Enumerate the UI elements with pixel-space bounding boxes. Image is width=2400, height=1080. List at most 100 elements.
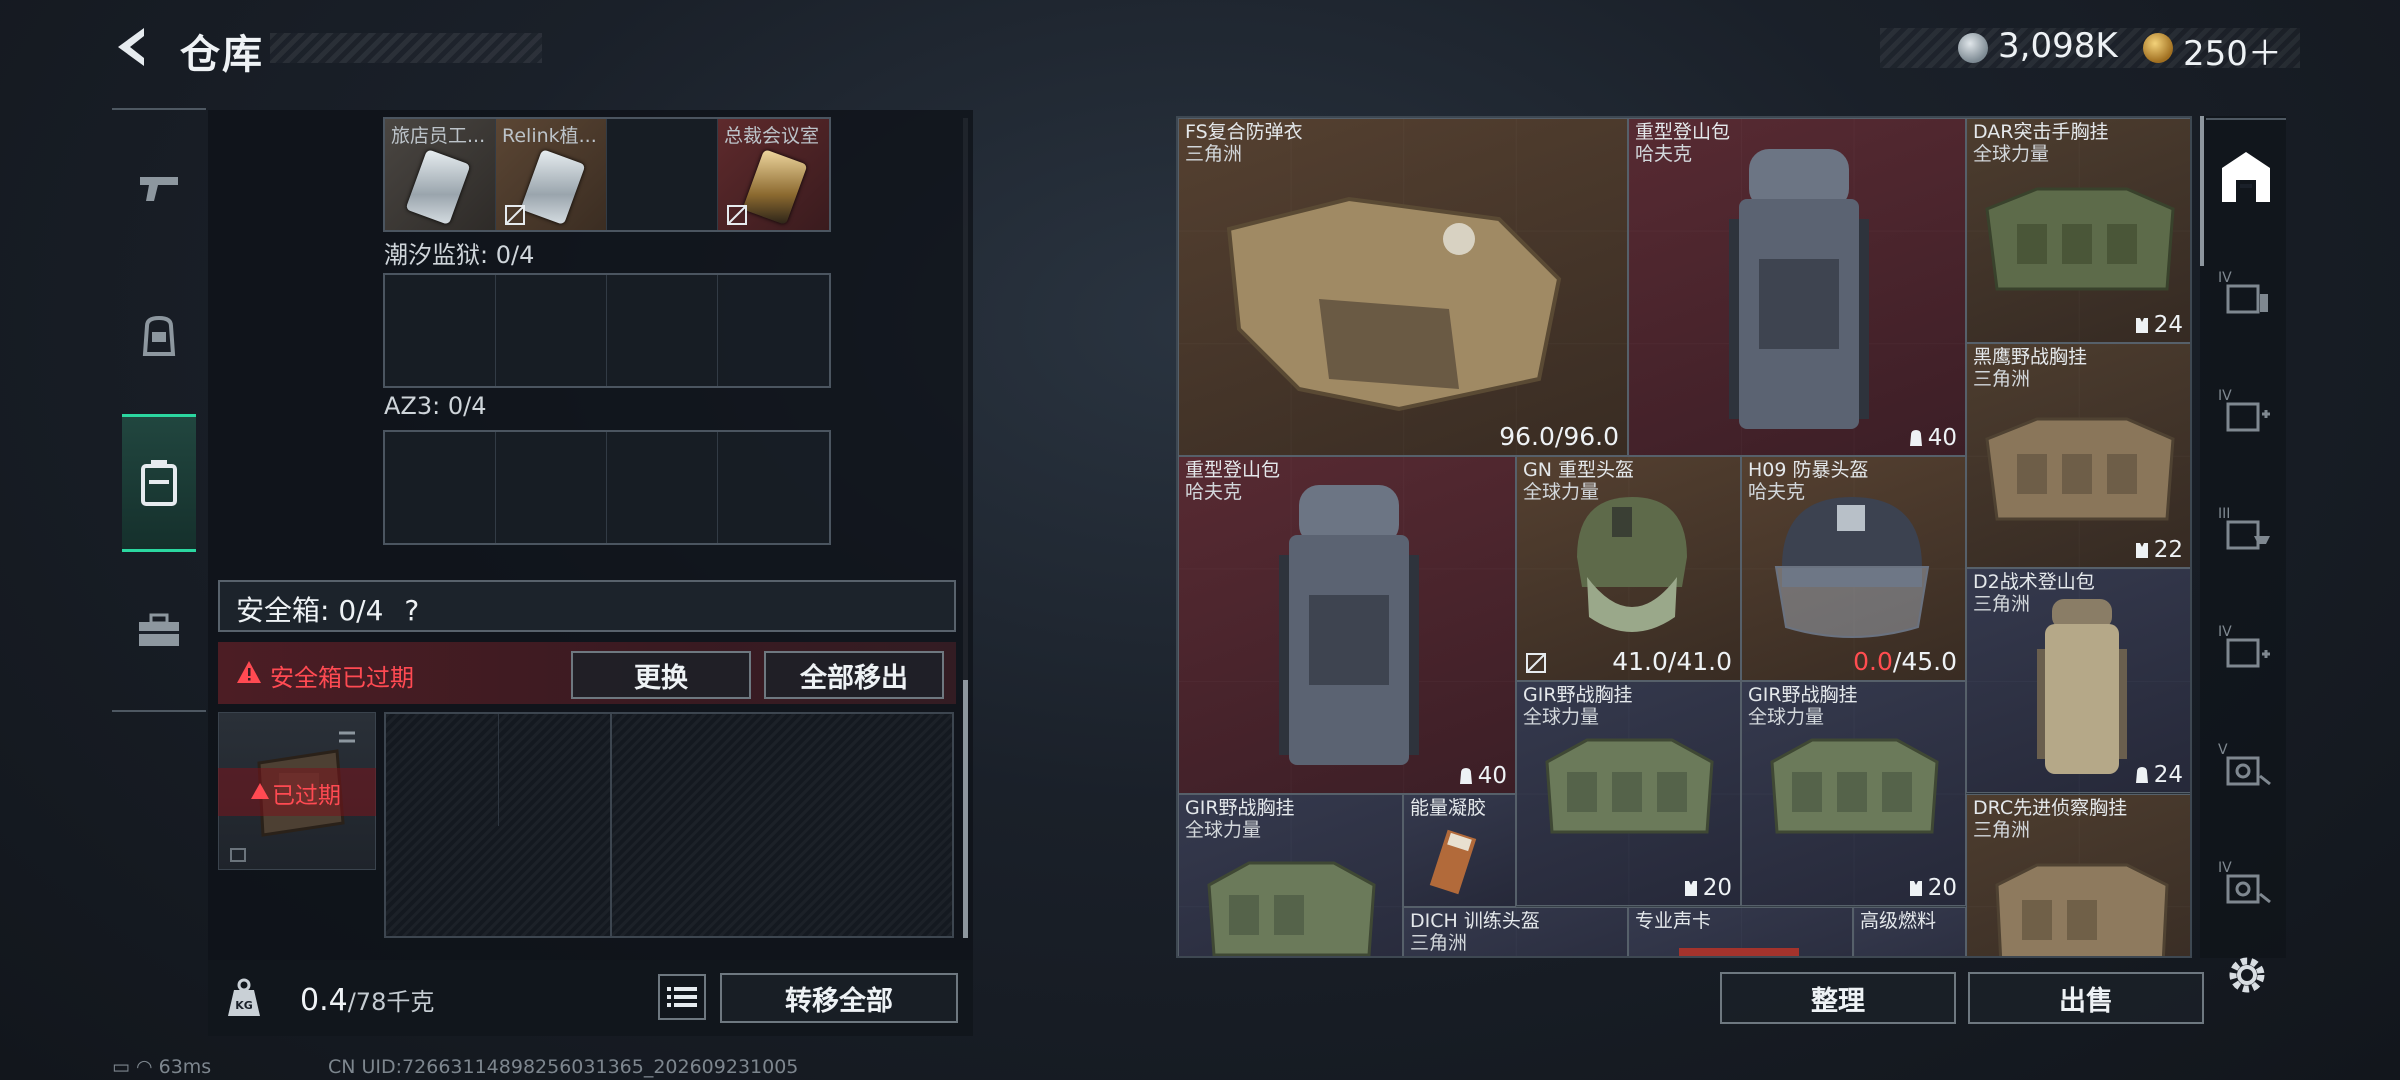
stash-tab-4[interactable]: IV (2218, 624, 2278, 674)
durability-value: 96.0/96.0 (1499, 422, 1619, 451)
item-capacity: 20 (1683, 875, 1732, 901)
stash-tab-1[interactable]: IV (2218, 270, 2278, 320)
item-faction: 哈夫克 (1748, 481, 1806, 503)
stash-home-icon[interactable] (2214, 146, 2278, 210)
stash-item[interactable]: GIR野战胸挂 全球力量 (1178, 794, 1403, 956)
status-bar: ▭ ◠ 63ms (112, 1056, 211, 1078)
item-name: GIR野战胸挂 (1523, 684, 1633, 706)
vest-capacity-icon (1909, 881, 1922, 896)
uid-text: CN UID:7266311489825603136​5_20260923100… (328, 1056, 799, 1078)
gold-amount[interactable]: 250＋ (2183, 26, 2282, 75)
item-faction: 全球力量 (1523, 706, 1600, 728)
settings-gear-icon[interactable] (2224, 952, 2270, 998)
empty-slot[interactable] (718, 275, 829, 386)
safe-case-icon (2226, 756, 2271, 786)
stash-tab-3[interactable]: III (2218, 506, 2278, 556)
item-durability: 0.0/45.0 (1853, 647, 1957, 676)
stash-tabs-scrollbar[interactable] (2200, 116, 2204, 266)
safebox-grid[interactable] (384, 712, 954, 938)
stash-item[interactable]: GN 重型头盔 全球力量 41.0/41.0 (1516, 456, 1741, 681)
warning-icon (251, 783, 269, 799)
nav-container-tab[interactable] (122, 414, 196, 552)
container-scrollbar-thumb[interactable] (963, 680, 968, 938)
stash-item[interactable]: 黑鹰野战胸挂 三角洲 22 (1966, 343, 2190, 568)
key-grid (383, 430, 831, 545)
capacity-icon (1909, 430, 1922, 446)
capacity-icon (2135, 767, 2148, 783)
stash-grid[interactable]: FS复合防弹衣 三角洲 96.0/96.0 重型登山包 哈夫克 40 DAR突击… (1176, 116, 2192, 958)
stash-item[interactable]: 高级燃料 (1853, 907, 1966, 956)
item-faction: 全球力量 (1523, 481, 1600, 503)
item-name: DAR突击手胸挂 (1973, 121, 2109, 143)
durability-current: 0.0 (1853, 647, 1893, 676)
capacity-icon (1459, 768, 1472, 784)
back-arrow-icon[interactable] (108, 22, 158, 72)
key-slot[interactable]: Relink植... (496, 119, 607, 230)
item-capacity: 24 (2134, 762, 2183, 788)
empty-slot[interactable] (607, 432, 718, 543)
item-faction: 三角洲 (1973, 593, 2031, 615)
empty-slot[interactable] (718, 432, 829, 543)
stash-item[interactable]: DRC先进侦察胸挂 三角洲 (1966, 794, 2190, 956)
bound-icon (505, 205, 525, 225)
stash-item[interactable]: DAR突击手胸挂 全球力量 24 (1966, 118, 2190, 343)
stash-item[interactable]: 重型登山包 哈夫克 40 (1178, 456, 1516, 794)
helmet-image (1454, 952, 1574, 958)
stash-tab-5[interactable]: V (2218, 742, 2278, 792)
item-name: D2战术登山包 (1973, 571, 2095, 593)
item-durability: 96.0/96.0 (1499, 422, 1619, 451)
durability-value: /45.0 (1892, 647, 1957, 676)
durability-value: 41.0/41.0 (1612, 647, 1732, 676)
silver-amount: 3,098K (1998, 26, 2118, 66)
stash-item[interactable]: DICH 训练头盔 三角洲 (1403, 907, 1628, 958)
key-slot[interactable] (607, 119, 718, 230)
weight-max: /78千克 (347, 988, 435, 1016)
item-name: DRC先进侦察胸挂 (1973, 797, 2128, 819)
swap-button[interactable]: 更换 (571, 651, 751, 699)
stash-item[interactable]: GIR野战胸挂 全球力量 20 (1741, 681, 1966, 906)
stash-item[interactable]: FS复合防弹衣 三角洲 96.0/96.0 (1178, 118, 1628, 456)
item-name: 专业声卡 (1635, 910, 1712, 932)
stash-tab-6[interactable]: IV (2218, 860, 2278, 910)
key-label: 总裁会议室 (724, 125, 820, 147)
vest-capacity-icon (2135, 543, 2148, 558)
capacity-value: 22 (2153, 537, 2183, 563)
gold-coin-icon (2143, 33, 2173, 63)
empty-slot[interactable] (607, 275, 718, 386)
item-name: H09 防暴头盔 (1748, 459, 1869, 481)
empty-slot[interactable] (385, 275, 496, 386)
nav-gear-tab[interactable] (122, 288, 196, 384)
stash-item[interactable]: 专业声卡 (1628, 907, 1853, 956)
key-slot[interactable]: 旅店员工... (385, 119, 496, 230)
empty-slot[interactable] (496, 275, 607, 386)
capacity-value: 40 (1927, 425, 1957, 451)
item-name: DICH 训练头盔 (1410, 910, 1540, 932)
key-slot[interactable]: 总裁会议室 (718, 119, 829, 230)
help-icon[interactable]: ? (404, 594, 419, 627)
nav-case-tab[interactable] (122, 582, 196, 678)
stash-item[interactable]: H09 防暴头盔 哈夫克 0.0/45.0 (1741, 456, 1966, 681)
safebox-label: 安全箱: 0/4 ? (236, 589, 419, 629)
item-faction: 三角洲 (1410, 932, 1468, 954)
pistol-icon (140, 177, 178, 201)
stash-item[interactable]: D2战术登山包 三角洲 24 (1966, 568, 2190, 793)
stash-item[interactable]: 重型登山包 哈夫克 40 (1628, 118, 1966, 456)
item-faction: 三角洲 (1973, 819, 2031, 841)
list-view-button[interactable] (658, 974, 706, 1020)
stash-item[interactable]: 能量凝胶 (1403, 794, 1516, 907)
battery-icon: ▭ (112, 1056, 136, 1078)
empty-slot[interactable] (385, 432, 496, 543)
weight-value: 0.4/78千克 (300, 982, 434, 1018)
sort-button[interactable]: 整理 (1720, 972, 1956, 1024)
empty-slot[interactable] (496, 432, 607, 543)
stash-item[interactable]: GIR野战胸挂 全球力量 20 (1516, 681, 1741, 906)
item-capacity: 22 (2134, 537, 2183, 563)
nav-weapon-tab[interactable] (122, 140, 196, 236)
keycard-image (520, 149, 586, 225)
transfer-all-button[interactable]: 转移全部 (720, 973, 958, 1023)
sell-button[interactable]: 出售 (1968, 972, 2204, 1024)
item-name: GIR野战胸挂 (1748, 684, 1858, 706)
bound-icon (727, 205, 747, 225)
stash-tab-2[interactable]: IV (2218, 388, 2278, 438)
move-all-out-button[interactable]: 全部移出 (764, 651, 944, 699)
